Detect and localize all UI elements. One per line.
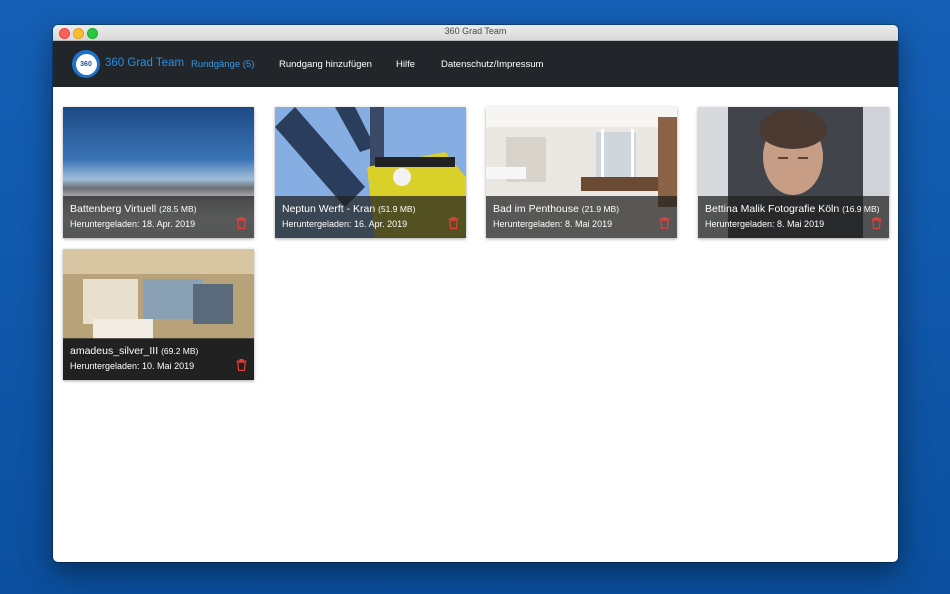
tour-title: Bad im Penthouse <box>493 203 579 215</box>
tour-download-date: Heruntergeladen: 8. Mai 2019 <box>493 219 613 229</box>
tour-size: (28.5 MB) <box>159 204 197 214</box>
tour-size: (69.2 MB) <box>161 346 199 356</box>
nav-privacy[interactable]: Datenschutz/Impressum <box>441 59 543 70</box>
tour-card-bad[interactable]: Bad im Penthouse (21.9 MB) Heruntergelad… <box>486 107 677 238</box>
logo-icon[interactable]: 360 <box>72 50 100 78</box>
nav-help[interactable]: Hilfe <box>396 59 415 70</box>
trash-icon[interactable] <box>871 217 882 229</box>
tour-download-date: Heruntergeladen: 18. Apr. 2019 <box>70 219 196 229</box>
nav-add-tour[interactable]: Rundgang hinzufügen <box>279 59 372 70</box>
trash-icon[interactable] <box>659 217 670 229</box>
navbar: 360 360 Grad Team Rundgänge (5) Rundgang… <box>53 41 898 87</box>
app-window: 360 Grad Team 360 360 Grad Team Rundgäng… <box>53 25 898 562</box>
tour-info: amadeus_silver_III (69.2 MB) Heruntergel… <box>63 338 254 380</box>
tour-download-date: Heruntergeladen: 8. Mai 2019 <box>705 219 825 229</box>
tour-info: Bad im Penthouse (21.9 MB) Heruntergelad… <box>486 196 677 238</box>
tour-title: amadeus_silver_III <box>70 345 159 357</box>
logo-text: 360 <box>75 53 97 75</box>
tour-download-date: Heruntergeladen: 10. Mai 2019 <box>70 361 195 371</box>
tour-info: Neptun Werft - Kran (51.9 MB) Herunterge… <box>275 196 466 238</box>
tour-card-bettina[interactable]: Bettina Malik Fotografie Köln (16.9 MB) … <box>698 107 889 238</box>
tour-size: (51.9 MB) <box>378 204 416 214</box>
window-title: 360 Grad Team <box>444 26 507 36</box>
tour-info: Battenberg Virtuell (28.5 MB) Herunterge… <box>63 196 254 238</box>
tour-title: Battenberg Virtuell <box>70 203 157 215</box>
tour-size: (21.9 MB) <box>581 204 620 214</box>
nav-tours[interactable]: Rundgänge (5) <box>191 59 254 70</box>
tour-card-amadeus[interactable]: amadeus_silver_III (69.2 MB) Heruntergel… <box>63 249 254 380</box>
tour-card-neptun[interactable]: Neptun Werft - Kran (51.9 MB) Herunterge… <box>275 107 466 238</box>
trash-icon[interactable] <box>236 359 247 371</box>
tour-title: Bettina Malik Fotografie Köln <box>705 203 840 215</box>
tour-title: Neptun Werft - Kran <box>282 203 376 215</box>
tour-download-date: Heruntergeladen: 16. Apr. 2019 <box>282 219 408 229</box>
brand-name[interactable]: 360 Grad Team <box>105 57 184 69</box>
tour-info: Bettina Malik Fotografie Köln (16.9 MB) … <box>698 196 889 238</box>
trash-icon[interactable] <box>448 217 459 229</box>
tour-card-battenberg[interactable]: Battenberg Virtuell (28.5 MB) Herunterge… <box>63 107 254 238</box>
trash-icon[interactable] <box>236 217 247 229</box>
tour-size: (16.9 MB) <box>842 204 880 214</box>
title-bar[interactable]: 360 Grad Team <box>53 25 898 41</box>
